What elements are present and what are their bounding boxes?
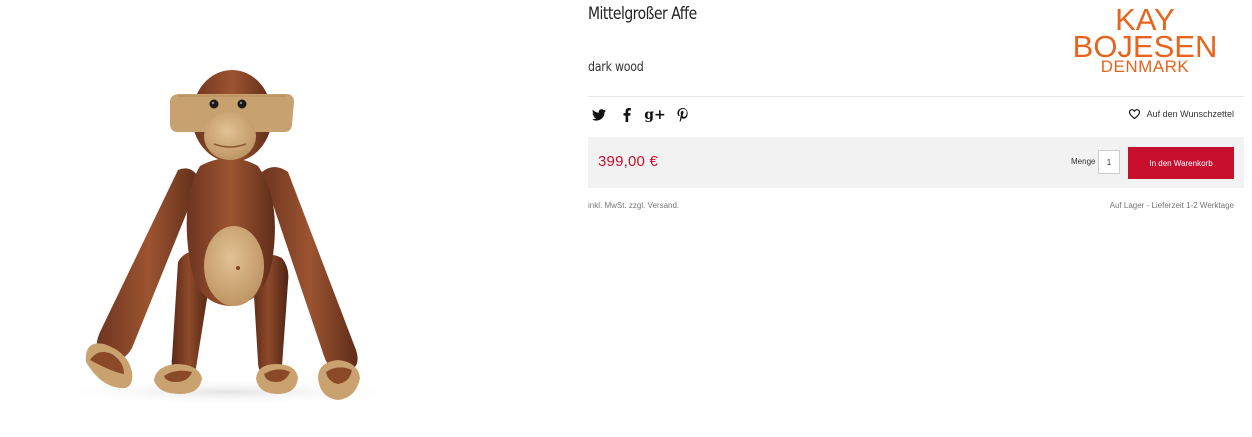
- google-plus-icon[interactable]: g+: [644, 107, 666, 123]
- delivery-status: Auf Lager - Lieferzeit 1-2 Werktage: [1109, 201, 1234, 210]
- social-share-bar: g+: [592, 107, 690, 123]
- brand-logo-line-2: BOJESEN: [1072, 29, 1218, 64]
- brand-logo[interactable]: KAY BOJESEN DENMARK: [1070, 4, 1220, 76]
- buy-box: 399,00 € Menge In den Warenkorb: [588, 137, 1244, 188]
- price: 399,00 €: [598, 153, 658, 170]
- add-to-cart-button[interactable]: In den Warenkorb: [1128, 147, 1234, 179]
- divider: [588, 96, 1244, 97]
- brand-logo-line-1: KAY: [1115, 2, 1175, 37]
- quantity-input[interactable]: [1098, 150, 1120, 174]
- product-title: Mittelgroßer Affe: [588, 4, 697, 24]
- wooden-monkey-illustration: [48, 70, 408, 406]
- quantity-label: Menge: [1071, 157, 1096, 166]
- pinterest-icon[interactable]: [676, 107, 690, 123]
- product-details: Mittelgroßer Affe dark wood KAY BOJESEN …: [588, 0, 1244, 437]
- facebook-icon[interactable]: [620, 107, 634, 123]
- tax-note: inkl. MwSt. zzgl. Versand.: [588, 201, 680, 210]
- twitter-icon[interactable]: [592, 107, 606, 123]
- heart-icon: [1128, 109, 1140, 119]
- product-image[interactable]: [0, 0, 470, 437]
- product-variant: dark wood: [588, 60, 644, 75]
- add-to-wishlist[interactable]: Auf den Wunschzettel: [1128, 109, 1234, 119]
- wishlist-label: Auf den Wunschzettel: [1146, 109, 1234, 119]
- product-page: Mittelgroßer Affe dark wood KAY BOJESEN …: [0, 0, 1252, 437]
